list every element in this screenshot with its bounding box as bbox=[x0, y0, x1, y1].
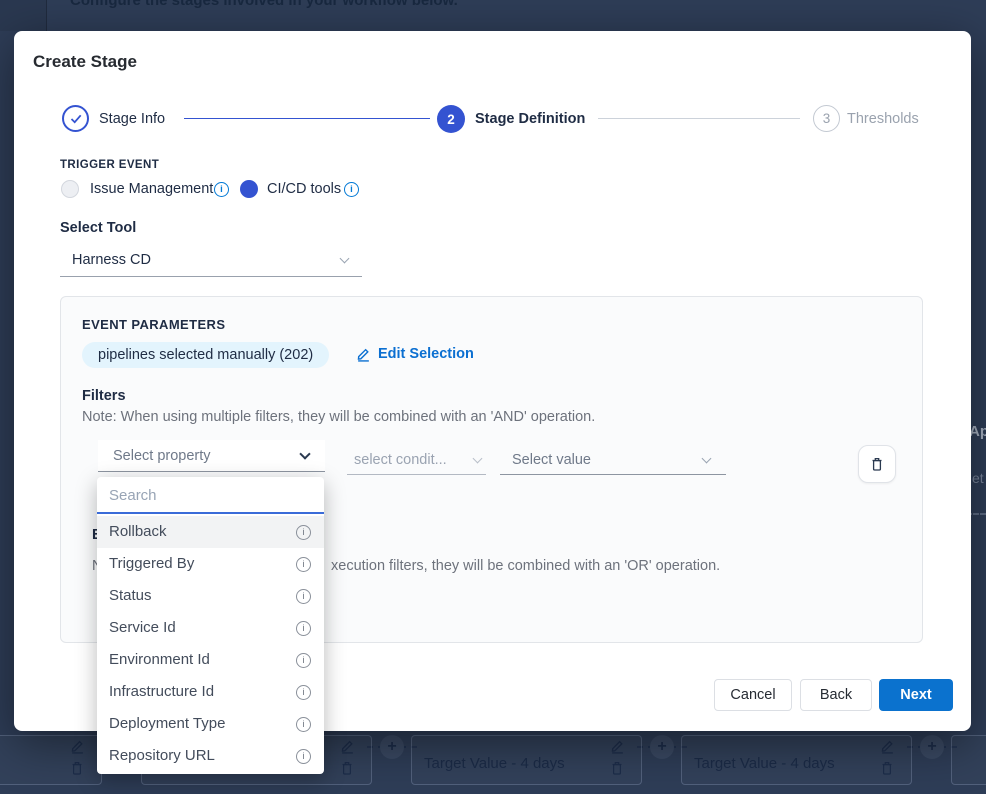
info-icon[interactable]: i bbox=[296, 717, 311, 732]
stage-card bbox=[0, 735, 102, 785]
filters-note: Note: When using multiple filters, they … bbox=[82, 409, 595, 425]
select-property-placeholder: Select property bbox=[113, 448, 211, 464]
add-stage-plus-icon: + bbox=[380, 735, 404, 759]
edit-pencil-icon bbox=[70, 739, 85, 754]
edit-pencil-icon bbox=[340, 739, 355, 754]
pipelines-selected-pill: pipelines selected manually (202) bbox=[82, 342, 329, 368]
step-thresholds-label[interactable]: Thresholds bbox=[847, 111, 919, 127]
radio-issue-management[interactable] bbox=[61, 180, 79, 198]
dropdown-option-environment-id[interactable]: Environment Idi bbox=[97, 644, 324, 676]
execution-filters-note: xecution filters, they will be combined … bbox=[331, 558, 720, 574]
stage-card-label: Target Value - 4 days bbox=[694, 755, 835, 772]
dropdown-option-triggered-by[interactable]: Triggered Byi bbox=[97, 548, 324, 580]
edit-pencil-icon bbox=[880, 739, 895, 754]
trash-icon bbox=[70, 760, 84, 776]
info-icon[interactable]: i bbox=[296, 749, 311, 764]
step-thresholds-indicator[interactable]: 3 bbox=[813, 105, 840, 132]
dropdown-option-deployment-type[interactable]: Deployment Typei bbox=[97, 708, 324, 740]
select-property-dropdown[interactable]: Select property bbox=[98, 440, 325, 472]
select-condition-dropdown[interactable]: select condit... bbox=[347, 447, 486, 475]
dropdown-option-service-id[interactable]: Service Idi bbox=[97, 612, 324, 644]
radio-cicd-tools[interactable] bbox=[240, 180, 258, 198]
delete-filter-button[interactable] bbox=[858, 445, 896, 483]
step-stage-info-indicator[interactable] bbox=[62, 105, 89, 132]
chevron-down-icon bbox=[340, 254, 350, 264]
info-icon[interactable]: i bbox=[296, 557, 311, 572]
stage-card: Target Value - 4 days bbox=[681, 735, 912, 785]
dropdown-search-row bbox=[97, 477, 324, 514]
dropdown-option-infrastructure-id[interactable]: Infrastructure Idi bbox=[97, 676, 324, 708]
step-stage-definition-indicator[interactable]: 2 bbox=[437, 105, 465, 133]
info-icon[interactable]: i bbox=[214, 182, 229, 197]
trash-icon bbox=[870, 456, 884, 472]
step-stage-info-label[interactable]: Stage Info bbox=[99, 111, 165, 127]
edit-pencil-icon bbox=[356, 347, 371, 362]
info-icon[interactable]: i bbox=[296, 685, 311, 700]
select-value-dropdown[interactable]: Select value bbox=[500, 447, 726, 475]
select-condition-placeholder: select condit... bbox=[354, 452, 447, 468]
background-text-fragment: et bbox=[972, 470, 984, 486]
add-stage-plus-icon: + bbox=[920, 735, 944, 759]
stepper-connector-inactive bbox=[598, 118, 800, 119]
back-button[interactable]: Back bbox=[800, 679, 872, 711]
dropdown-option-repository-url[interactable]: Repository URLi bbox=[97, 740, 324, 772]
trash-icon bbox=[340, 760, 354, 776]
filters-heading: Filters bbox=[82, 388, 126, 404]
info-icon[interactable]: i bbox=[296, 589, 311, 604]
select-tool-dropdown[interactable]: Harness CD bbox=[60, 245, 362, 277]
stepper-connector-active bbox=[184, 118, 430, 119]
trash-icon bbox=[610, 760, 624, 776]
trash-icon bbox=[880, 760, 894, 776]
chevron-down-icon bbox=[473, 454, 483, 464]
chevron-down-icon bbox=[299, 448, 310, 459]
info-icon[interactable]: i bbox=[296, 621, 311, 636]
create-stage-modal: Create Stage Stage Info 2 Stage Definiti… bbox=[14, 31, 971, 731]
next-button[interactable]: Next bbox=[879, 679, 953, 711]
chevron-down-icon bbox=[702, 454, 712, 464]
edit-selection-text: Edit Selection bbox=[378, 346, 474, 362]
edit-pencil-icon bbox=[610, 739, 625, 754]
stage-card-label: Target Value - 4 days bbox=[424, 755, 565, 772]
radio-issue-management-label[interactable]: Issue Management bbox=[90, 181, 213, 197]
property-dropdown-menu: Rollbacki Triggered Byi Statusi Service … bbox=[97, 477, 324, 774]
dropdown-option-status[interactable]: Statusi bbox=[97, 580, 324, 612]
trigger-event-label: TRIGGER EVENT bbox=[60, 159, 159, 171]
background-page-heading: Configure the stages involved in your wo… bbox=[70, 0, 458, 9]
stage-card: Target Value - 4 days bbox=[411, 735, 642, 785]
info-icon[interactable]: i bbox=[296, 653, 311, 668]
background-sidebar-edge bbox=[0, 0, 47, 31]
select-tool-label: Select Tool bbox=[60, 220, 136, 236]
select-tool-value: Harness CD bbox=[72, 252, 151, 268]
check-icon bbox=[70, 114, 82, 124]
info-icon[interactable]: i bbox=[296, 525, 311, 540]
step-stage-definition-label[interactable]: Stage Definition bbox=[475, 111, 585, 127]
dropdown-option-rollback[interactable]: Rollbacki bbox=[97, 516, 324, 548]
search-input[interactable] bbox=[109, 483, 309, 507]
cancel-button[interactable]: Cancel bbox=[714, 679, 792, 711]
radio-cicd-tools-label[interactable]: CI/CD tools bbox=[267, 181, 341, 197]
stage-card bbox=[951, 735, 986, 785]
edit-selection-link[interactable]: Edit Selection bbox=[356, 346, 474, 362]
event-parameters-heading: EVENT PARAMETERS bbox=[82, 317, 225, 332]
add-stage-plus-icon: + bbox=[650, 735, 674, 759]
modal-title: Create Stage bbox=[33, 52, 137, 72]
select-value-placeholder: Select value bbox=[512, 452, 591, 468]
background-text-fragment: Ap bbox=[969, 423, 986, 440]
info-icon[interactable]: i bbox=[344, 182, 359, 197]
